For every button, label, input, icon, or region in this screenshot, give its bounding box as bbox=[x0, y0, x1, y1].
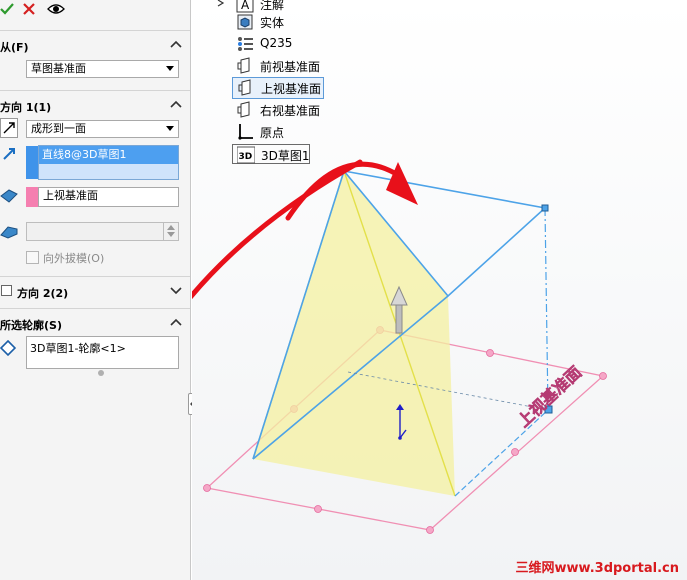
direction2-section-title: 方向 2(2) bbox=[17, 287, 69, 300]
selected-contours-section-header[interactable]: 所选轮廓(S) bbox=[0, 314, 190, 334]
chevron-down-icon[interactable] bbox=[170, 284, 182, 296]
direction-reference-empty-row bbox=[39, 164, 178, 179]
graphics-viewport[interactable]: A 注解 实体 Q235 前视基准面 上视基准面 右视基准面 原点 3D 3D草… bbox=[192, 0, 687, 580]
extrude-preview-face bbox=[253, 171, 455, 496]
spinner-down-icon[interactable] bbox=[167, 232, 175, 238]
direction-reference-color-swatch bbox=[26, 146, 38, 179]
sketch-endpoint[interactable] bbox=[541, 204, 549, 212]
selected-contour-item[interactable]: 3D草图1-轮廓<1> bbox=[30, 340, 126, 356]
dropdown-arrow-icon bbox=[166, 66, 174, 71]
face-color-swatch bbox=[26, 187, 38, 207]
face-selection-value: 上视基准面 bbox=[43, 189, 98, 202]
draft-outward-checkbox[interactable] bbox=[26, 251, 39, 264]
direction1-section-title: 方向 1(1) bbox=[0, 101, 52, 114]
draft-outward-label: 向外拔模(O) bbox=[43, 252, 105, 265]
chevron-up-icon[interactable] bbox=[170, 38, 182, 50]
x-icon[interactable] bbox=[23, 3, 35, 15]
model-geometry: 上视基准面 bbox=[192, 159, 607, 534]
direction-reference-item[interactable]: 直线8@3D草图1 bbox=[39, 146, 178, 164]
reverse-direction-icon bbox=[3, 122, 15, 134]
eye-icon[interactable] bbox=[47, 2, 65, 16]
plane-label[interactable]: 上视基准面 bbox=[514, 362, 586, 431]
direction2-section-header[interactable]: 方向 2(2) bbox=[0, 282, 190, 302]
face-plane-icon bbox=[0, 189, 18, 203]
draft-icon[interactable] bbox=[0, 222, 18, 240]
watermark: 三维网www.3dportal.cn bbox=[515, 561, 679, 576]
selected-contours-title: 所选轮廓(S) bbox=[0, 319, 62, 332]
from-section-header[interactable]: 从(F) bbox=[0, 36, 190, 56]
spinner-up-icon[interactable] bbox=[167, 224, 175, 230]
dropdown-arrow-icon bbox=[166, 126, 174, 131]
property-manager-panel: 从(F) 草图基准面 方向 1(1) 成形到一面 直线8@3D草图1 上视基准面 bbox=[0, 0, 191, 580]
chevron-up-icon[interactable] bbox=[170, 316, 182, 328]
reverse-direction-button[interactable] bbox=[0, 118, 18, 138]
from-section-title: 从(F) bbox=[0, 41, 29, 54]
selected-contours-list[interactable]: 3D草图1-轮廓<1> bbox=[26, 336, 179, 369]
direction-reference-list[interactable]: 直线8@3D草图1 bbox=[38, 145, 179, 180]
draft-angle-spinner[interactable] bbox=[26, 222, 179, 241]
face-selection-field[interactable]: 上视基准面 bbox=[38, 187, 179, 207]
chevron-up-icon[interactable] bbox=[170, 98, 182, 110]
sketch-construction-line bbox=[544, 207, 549, 411]
extrude-direction-icon bbox=[3, 148, 15, 160]
start-condition-select[interactable]: 草图基准面 bbox=[26, 60, 179, 78]
start-condition-value: 草图基准面 bbox=[31, 62, 86, 75]
direction2-checkbox[interactable] bbox=[1, 285, 12, 296]
direction-reference-label: 直线8@3D草图1 bbox=[42, 148, 127, 161]
direction1-section-header[interactable]: 方向 1(1) bbox=[0, 96, 190, 116]
end-condition-value: 成形到一面 bbox=[31, 122, 86, 135]
list-resize-grip[interactable] bbox=[98, 370, 104, 376]
check-icon[interactable] bbox=[0, 2, 14, 16]
end-condition-select[interactable]: 成形到一面 bbox=[26, 120, 179, 138]
spinner-buttons[interactable] bbox=[163, 223, 178, 240]
contour-icon bbox=[0, 340, 16, 356]
